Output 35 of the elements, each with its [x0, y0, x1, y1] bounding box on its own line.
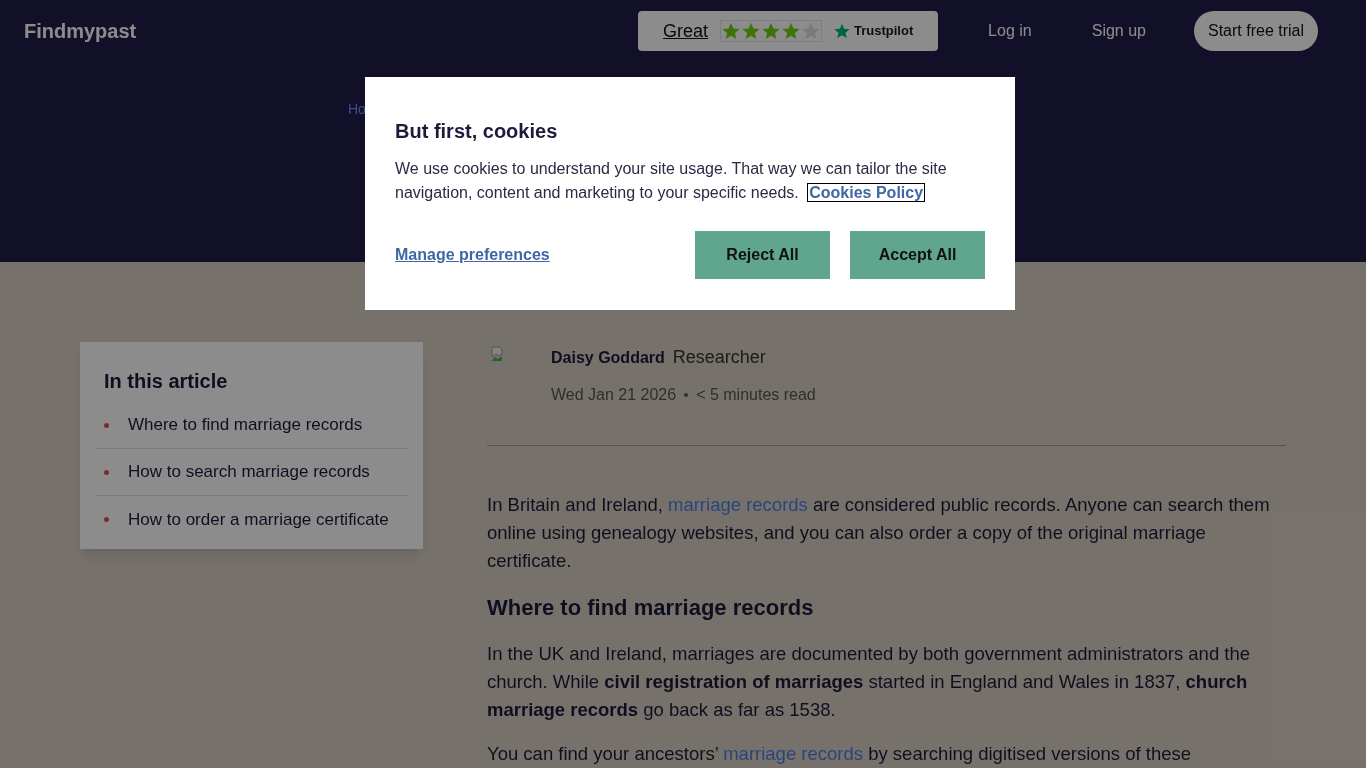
- star-icon: [762, 22, 780, 40]
- article-paragraph: You can find your ancestors’ marriage records by searching digitised versions of these: [487, 742, 1193, 766]
- toc-link[interactable]: How to search marriage records: [128, 459, 370, 485]
- publish-date: Wed Jan 21 2026: [551, 385, 677, 405]
- section-heading: Where to find marriage records: [487, 594, 814, 622]
- cookie-notice-text: We use cookies to understand your site usage. That way we can tailor the site navigation, content and marketing to your specific needs. Cookies Policy: [395, 159, 948, 204]
- star-icon: [834, 23, 850, 39]
- star-icon: [722, 22, 740, 40]
- toc-title: In this article: [103, 369, 229, 394]
- read-time: < 5 minutes read: [696, 385, 816, 405]
- toc-link[interactable]: Where to find marriage records: [128, 412, 363, 438]
- toc-link[interactable]: How to order a marriage certificate: [128, 506, 389, 533]
- rating-label: Great: [663, 19, 708, 43]
- site-logo[interactable]: Findmypast: [24, 16, 137, 46]
- consent-button[interactable]: Accept All: [850, 231, 985, 279]
- trustpilot-rating[interactable]: Great Trustpilot: [638, 11, 939, 51]
- bullet-icon: [104, 517, 109, 522]
- bullet-icon: [104, 469, 109, 475]
- nav-link[interactable]: Log in: [988, 19, 1032, 43]
- brand-name: Trustpilot: [854, 22, 914, 41]
- star-icon: [782, 22, 800, 40]
- cookies-policy-link[interactable]: Cookies Policy: [807, 183, 926, 202]
- manage-preferences-link[interactable]: Manage preferences: [395, 243, 550, 267]
- star-icon: [742, 22, 760, 40]
- broken-image-icon: [489, 346, 505, 362]
- nav-link[interactable]: Sign up: [1091, 19, 1146, 43]
- article-paragraph: In Britain and Ireland, marriage records are considered public records. Anyone can search them online using genealogy websites, and you can also order a copy of the original marriage certificate.: [487, 493, 1271, 573]
- bullet-icon: [104, 422, 109, 428]
- consent-button[interactable]: Reject All: [695, 231, 830, 279]
- article-paragraph: In the UK and Ireland, marriages are documented by both government administrators and the church. While civil registration of marriages started in England and Wales in 1837, church marriage records go back as far as 1538.: [487, 642, 1252, 722]
- start-trial-button[interactable]: Start free trial: [1193, 11, 1318, 51]
- dialog-title: But first, cookies: [395, 119, 558, 144]
- author-name: Daisy Goddard: [551, 348, 665, 368]
- author-role: Researcher: [672, 346, 766, 369]
- separator-dot-icon: [684, 393, 689, 397]
